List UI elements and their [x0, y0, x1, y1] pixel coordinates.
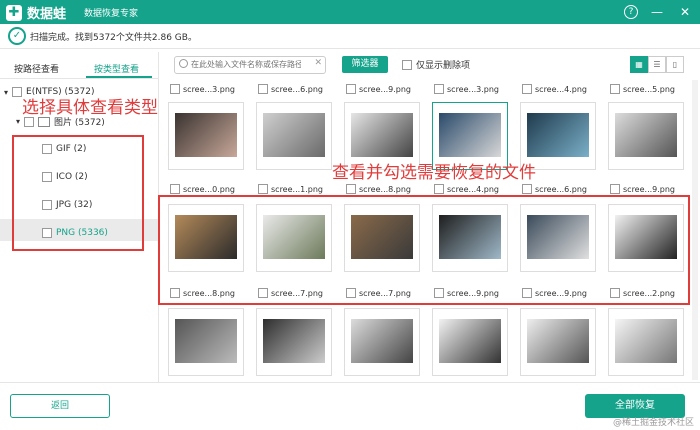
- title-bar: ✚ 数据蛙 数据恢复专家 ? — ✕: [0, 0, 700, 24]
- file-thumbnail[interactable]: [608, 102, 684, 170]
- search-box[interactable]: ✕: [174, 56, 326, 74]
- file-label[interactable]: scree...6.png: [522, 184, 587, 194]
- file-thumbnail[interactable]: [168, 308, 244, 376]
- tabs-divider: [0, 78, 158, 79]
- annotation-box-files: [158, 195, 690, 305]
- file-name: scree...9.png: [623, 184, 676, 194]
- checkbox[interactable]: [346, 184, 356, 194]
- preview-view-icon[interactable]: ▯: [666, 56, 684, 73]
- annotation-left-text: 选择具体查看类型: [22, 98, 158, 118]
- checkbox[interactable]: [258, 184, 268, 194]
- minimize-button[interactable]: —: [648, 3, 666, 21]
- file-label[interactable]: scree...0.png: [170, 184, 235, 194]
- file-name: scree...3.png: [447, 84, 500, 94]
- file-name: scree...6.png: [535, 184, 588, 194]
- file-label[interactable]: scree...5.png: [610, 84, 675, 94]
- clear-icon[interactable]: ✕: [314, 58, 322, 68]
- watermark-text: @稀土掘金技术社区: [612, 418, 694, 428]
- only-deleted-label: 仅显示删除项: [416, 61, 471, 71]
- file-label[interactable]: scree...4.png: [522, 84, 587, 94]
- file-name: scree...8.png: [359, 184, 412, 194]
- close-button[interactable]: ✕: [676, 3, 694, 21]
- checkbox[interactable]: [522, 84, 532, 94]
- checkbox[interactable]: [434, 184, 444, 194]
- checkbox[interactable]: [434, 84, 444, 94]
- file-label[interactable]: scree...9.png: [346, 84, 411, 94]
- app-subtitle: 数据恢复专家: [84, 9, 139, 19]
- scan-status-text: 扫描完成。找到5372个文件共2.86 GB。: [30, 33, 197, 43]
- file-thumbnail[interactable]: [608, 308, 684, 376]
- file-name: scree...4.png: [447, 184, 500, 194]
- search-icon: [179, 59, 188, 68]
- checkbox[interactable]: [610, 84, 620, 94]
- tab-by-path[interactable]: 按路径查看: [14, 62, 59, 75]
- file-label[interactable]: scree...1.png: [258, 184, 323, 194]
- annotation-center-text: 查看并勾选需要恢复的文件: [332, 163, 536, 183]
- app-name: 数据蛙: [27, 7, 67, 22]
- file-label[interactable]: scree...3.png: [170, 84, 235, 94]
- checkbox[interactable]: [346, 84, 356, 94]
- file-name: scree...5.png: [623, 84, 676, 94]
- file-label[interactable]: scree...9.png: [610, 184, 675, 194]
- file-thumbnail[interactable]: [256, 102, 332, 170]
- image-folder-icon: [38, 116, 51, 127]
- checkbox[interactable]: [610, 184, 620, 194]
- checkbox[interactable]: [258, 84, 268, 94]
- file-label[interactable]: scree...3.png: [434, 84, 499, 94]
- scan-status-bar: ✓ 扫描完成。找到5372个文件共2.86 GB。: [0, 24, 700, 49]
- help-icon[interactable]: ?: [624, 5, 638, 19]
- file-name: scree...6.png: [271, 84, 324, 94]
- only-deleted-toggle[interactable]: 仅显示删除项: [402, 58, 470, 71]
- checkbox[interactable]: [522, 184, 532, 194]
- logo-icon: ✚: [6, 4, 22, 21]
- footer: 返回 全部恢复 @稀土掘金技术社区: [0, 382, 700, 430]
- vertical-scrollbar[interactable]: [692, 80, 698, 380]
- file-thumbnail[interactable]: [168, 102, 244, 170]
- file-name: scree...9.png: [359, 84, 412, 94]
- chevron-down-icon[interactable]: ▾: [16, 117, 20, 126]
- annotation-box-left: [12, 135, 144, 251]
- checkbox[interactable]: [170, 184, 180, 194]
- search-input[interactable]: [191, 59, 301, 70]
- file-thumbnail[interactable]: [432, 308, 508, 376]
- back-button[interactable]: 返回: [10, 394, 110, 418]
- checkbox[interactable]: [170, 84, 180, 94]
- file-name: scree...1.png: [271, 184, 324, 194]
- file-label[interactable]: scree...4.png: [434, 184, 499, 194]
- grid-view-icon[interactable]: ▦: [630, 56, 648, 73]
- file-label[interactable]: scree...8.png: [346, 184, 411, 194]
- file-thumbnail[interactable]: [256, 308, 332, 376]
- checkbox[interactable]: [402, 59, 412, 70]
- file-label[interactable]: scree...6.png: [258, 84, 323, 94]
- chevron-down-icon[interactable]: ▾: [4, 88, 8, 97]
- checkbox[interactable]: [12, 87, 23, 97]
- view-mode-switch: ▦ ☰ ▯: [630, 56, 684, 73]
- tab-by-type[interactable]: 按类型查看: [94, 62, 139, 75]
- check-circle-icon: ✓: [8, 27, 26, 45]
- filter-button[interactable]: 筛选器: [342, 56, 388, 73]
- checkbox[interactable]: [24, 116, 35, 127]
- app-logo: ✚ 数据蛙: [6, 3, 66, 22]
- file-thumbnail[interactable]: [344, 308, 420, 376]
- file-name: scree...0.png: [183, 184, 236, 194]
- list-view-icon[interactable]: ☰: [648, 56, 666, 73]
- file-thumbnail[interactable]: [520, 308, 596, 376]
- file-name: scree...4.png: [535, 84, 588, 94]
- file-name: scree...3.png: [183, 84, 236, 94]
- toolbar: ✕ 筛选器 仅显示删除项 ▦ ☰ ▯: [158, 52, 700, 78]
